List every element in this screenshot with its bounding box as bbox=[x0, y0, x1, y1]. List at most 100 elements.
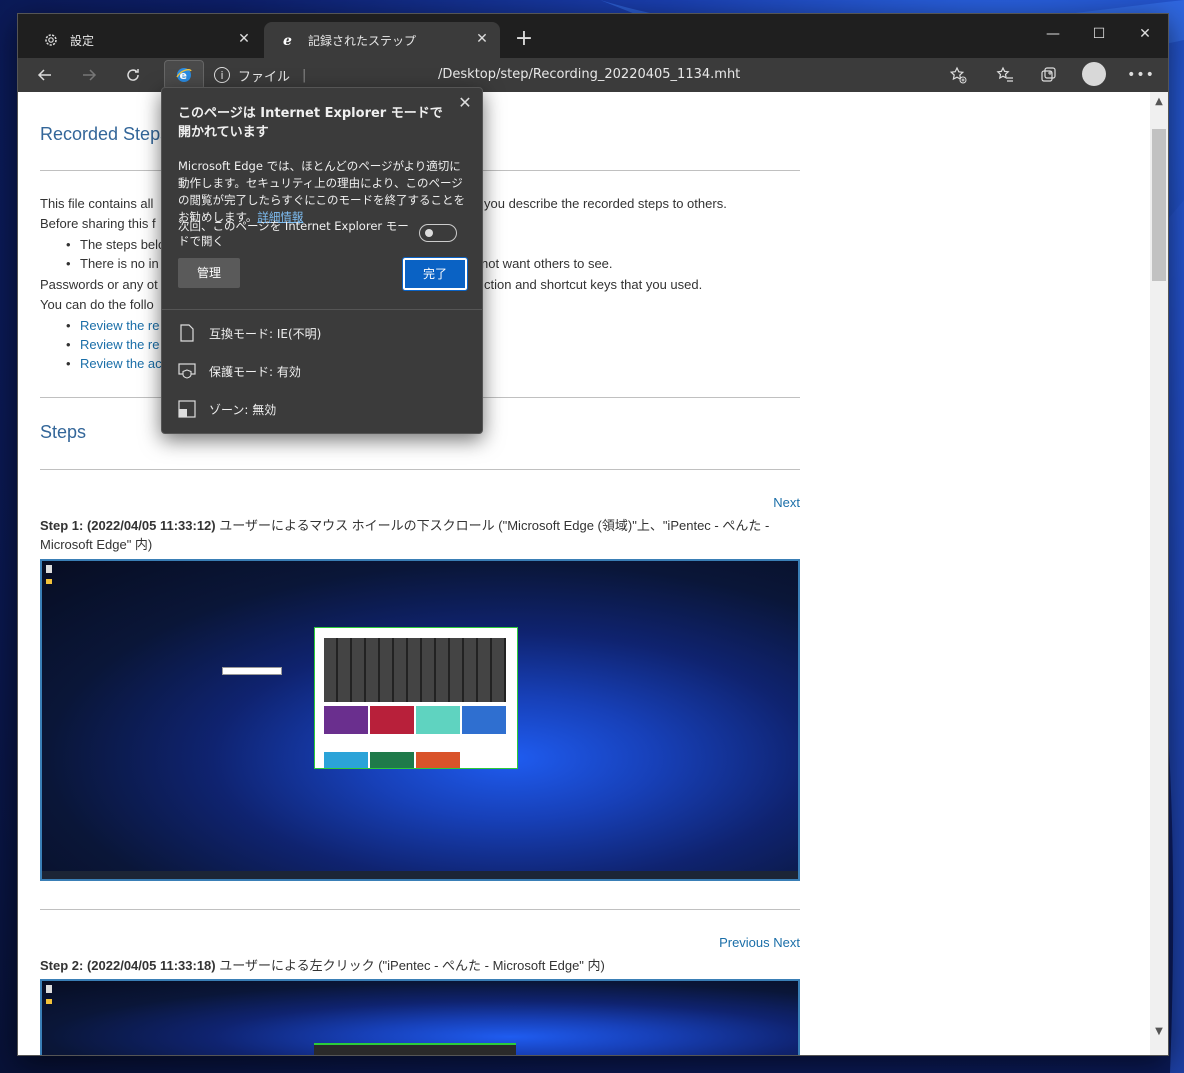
collections-icon bbox=[1041, 67, 1056, 82]
manage-button[interactable]: 管理 bbox=[178, 258, 240, 288]
scroll-up-icon[interactable]: ▲ bbox=[1150, 94, 1168, 110]
tile bbox=[416, 752, 460, 768]
next-link[interactable]: Next bbox=[773, 495, 800, 510]
edge-ie-icon: e bbox=[280, 31, 298, 49]
toggle-knob bbox=[425, 229, 433, 237]
review-link[interactable]: Review the re bbox=[66, 318, 160, 333]
zone-icon bbox=[178, 400, 196, 418]
ie-mode-button[interactable]: e bbox=[164, 60, 204, 90]
compat-mode-label: 互換モード: IE(不明) bbox=[209, 326, 322, 341]
step-2-title: Step 2: (2022/04/05 11:33:18) ユーザーによる左クリ… bbox=[40, 956, 800, 975]
keyboard-image bbox=[324, 638, 506, 702]
svg-text:e: e bbox=[283, 33, 292, 48]
intro-line-tail: ction and shortcut keys that you used. bbox=[484, 277, 703, 292]
tab-label: 設定 bbox=[70, 33, 95, 48]
close-tab-icon[interactable]: ✕ bbox=[236, 31, 252, 47]
tooltip-box bbox=[222, 667, 282, 675]
next-link[interactable]: Next bbox=[773, 935, 800, 950]
reopen-toggle-label: 次回、このページを Internet Explorer モードで開く bbox=[178, 219, 409, 248]
info-icon: i bbox=[214, 67, 230, 83]
intro-line: This file contains all bbox=[40, 196, 154, 211]
divider bbox=[40, 909, 800, 910]
maximize-button[interactable]: ☐ bbox=[1076, 14, 1122, 54]
add-favorite-button[interactable] bbox=[943, 60, 973, 90]
page-title: Recorded Steps bbox=[40, 124, 170, 144]
scroll-down-icon[interactable]: ▼ bbox=[1150, 1024, 1168, 1040]
tab-label: 記録されたステップ bbox=[308, 33, 417, 48]
minimize-button[interactable]: — bbox=[1030, 14, 1076, 54]
protected-mode-label: 保護モード: 有効 bbox=[209, 364, 301, 379]
profile-avatar[interactable] bbox=[1082, 62, 1106, 86]
step-2-nav: Previous Next bbox=[719, 935, 800, 950]
ie-mode-flyout: このページは Internet Explorer モードで開かれています ✕ M… bbox=[161, 87, 483, 434]
css-tile bbox=[416, 706, 460, 734]
gear-icon bbox=[42, 31, 60, 49]
csharp-tile bbox=[324, 706, 368, 734]
back-arrow-icon bbox=[37, 69, 51, 81]
chip-tile bbox=[462, 706, 506, 734]
tile bbox=[324, 752, 368, 768]
intro-line: Before sharing this f bbox=[40, 216, 156, 231]
zone-row: ゾーン: 無効 bbox=[178, 399, 276, 419]
folder-icon bbox=[46, 999, 52, 1004]
step-label: Step 2: (2022/04/05 11:33:18) bbox=[40, 958, 216, 973]
collections-button[interactable] bbox=[1034, 60, 1064, 90]
close-window-button[interactable]: ✕ bbox=[1122, 14, 1168, 54]
star-add-icon bbox=[949, 66, 967, 84]
favorites-button[interactable] bbox=[990, 60, 1020, 90]
step-text: ユーザーによる左クリック ("iPentec - ぺんた - Microsoft… bbox=[219, 958, 605, 973]
browser-thumbnail bbox=[314, 627, 518, 769]
document-icon bbox=[178, 324, 196, 342]
zone-label: ゾーン: 無効 bbox=[209, 402, 277, 417]
site-label: ファイル bbox=[238, 69, 291, 85]
divider bbox=[40, 469, 800, 470]
intro-line: Passwords or any ot bbox=[40, 277, 158, 292]
more-icon: ••• bbox=[1127, 67, 1155, 83]
forward-arrow-icon bbox=[83, 69, 97, 81]
step-label: Step 1: (2022/04/05 11:33:12) bbox=[40, 518, 216, 533]
new-tab-button[interactable]: + bbox=[510, 26, 538, 54]
tab-settings[interactable]: 設定 ✕ bbox=[26, 22, 262, 58]
protected-mode-row: 保護モード: 有効 bbox=[178, 361, 301, 381]
favorites-icon bbox=[996, 66, 1013, 82]
previous-link[interactable]: Previous bbox=[719, 935, 770, 950]
list-item-tail: not want others to see. bbox=[481, 256, 613, 271]
step-1-title: Step 1: (2022/04/05 11:33:12) ユーザーによるマウス… bbox=[40, 516, 800, 554]
separator: | bbox=[302, 67, 307, 83]
review-link[interactable]: Review the re bbox=[66, 337, 160, 352]
forward-button[interactable] bbox=[74, 60, 104, 90]
back-button[interactable] bbox=[30, 60, 60, 90]
step-1-screenshot bbox=[40, 559, 800, 881]
ie-icon: e bbox=[176, 68, 192, 82]
reopen-toggle[interactable] bbox=[419, 224, 457, 242]
tab-recorded-steps[interactable]: e 記録されたステップ ✕ bbox=[264, 22, 500, 58]
compat-mode-row: 互換モード: IE(不明) bbox=[178, 323, 321, 343]
tab-bar: 設定 ✕ e 記録されたステップ ✕ + — ☐ ✕ bbox=[18, 14, 1168, 58]
folder-icon bbox=[46, 579, 52, 584]
review-link[interactable]: Review the ac bbox=[66, 356, 162, 371]
close-tab-icon[interactable]: ✕ bbox=[474, 31, 490, 47]
browser-thumbnail bbox=[314, 1043, 516, 1055]
close-icon[interactable]: ✕ bbox=[456, 94, 474, 112]
tile bbox=[370, 752, 414, 768]
divider bbox=[162, 309, 482, 310]
more-menu-button[interactable]: ••• bbox=[1126, 60, 1156, 90]
step-2-screenshot bbox=[40, 979, 800, 1055]
desktop-icon bbox=[46, 985, 52, 993]
flyout-description: Microsoft Edge では、ほとんどのページがより適切に動作します。セキ… bbox=[178, 158, 470, 226]
refresh-button[interactable] bbox=[118, 60, 148, 90]
flyout-title: このページは Internet Explorer モードで開かれています bbox=[178, 106, 443, 140]
steps-heading: Steps bbox=[40, 422, 87, 442]
description-text: Microsoft Edge では、ほとんどのページがより適切に動作します。セキ… bbox=[178, 159, 466, 224]
shield-icon bbox=[178, 362, 196, 380]
done-button[interactable]: 完了 bbox=[402, 257, 468, 291]
refresh-icon bbox=[127, 69, 139, 81]
site-info-button[interactable]: i ファイル | bbox=[214, 64, 306, 86]
intro-line: You can do the follo bbox=[40, 297, 154, 312]
scroll-thumb[interactable] bbox=[1152, 129, 1166, 281]
intro-line-tail: you describe the recorded steps to other… bbox=[484, 196, 727, 211]
list-item: There is no in bbox=[66, 256, 159, 271]
address-bar[interactable]: /Desktop/step/Recording_20220405_1134.mh… bbox=[438, 64, 858, 86]
list-item: The steps belo bbox=[66, 237, 165, 252]
js-tile bbox=[370, 706, 414, 734]
